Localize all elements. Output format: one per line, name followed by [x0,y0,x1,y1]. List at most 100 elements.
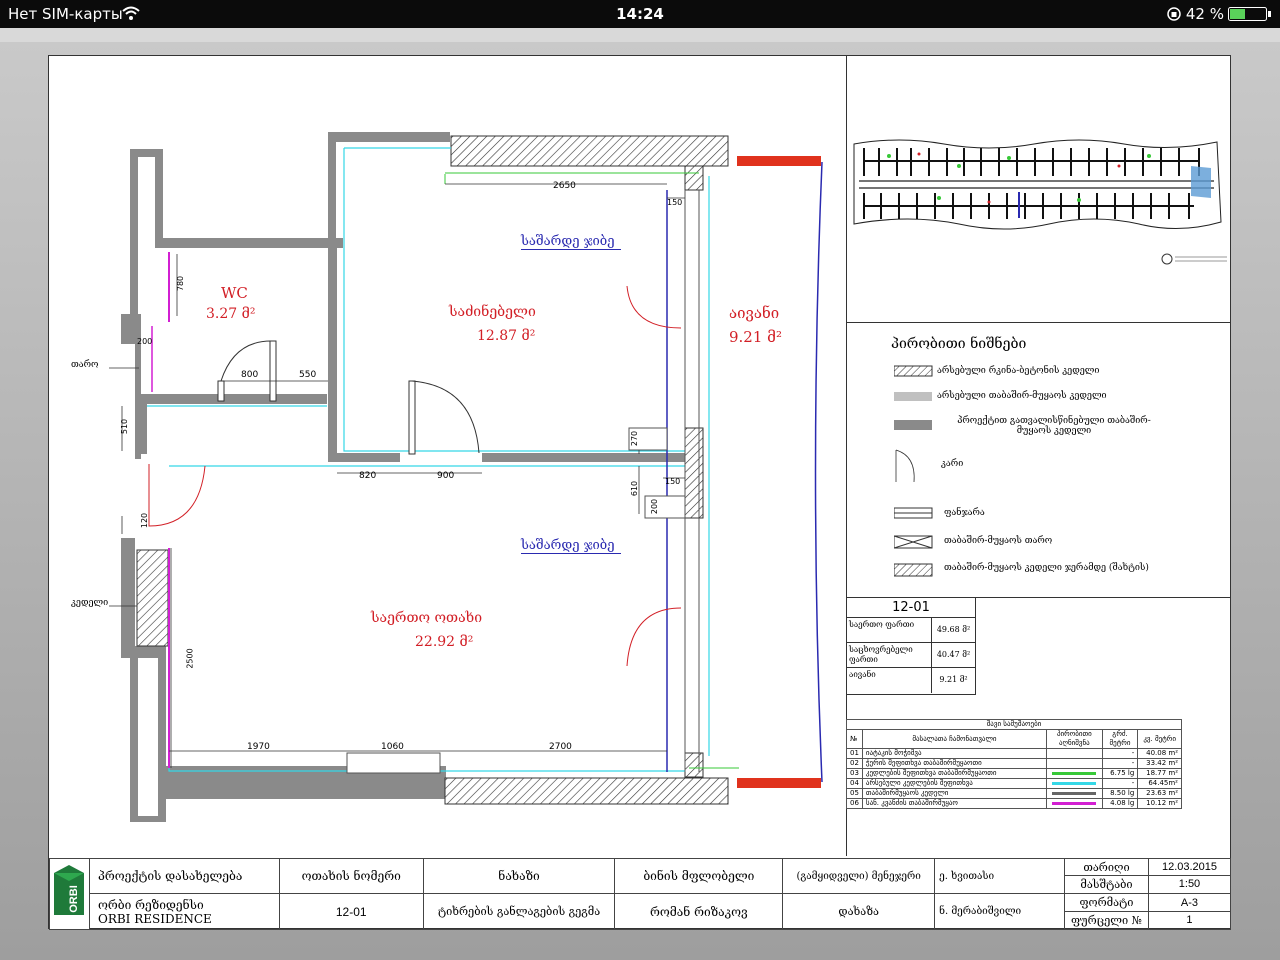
drawing-name: ტიხრების განლაგების გეგმა [422,893,616,930]
dim-610: 610 [630,480,640,497]
room-area-living: 22.92 მ² [415,634,474,650]
project-name-ka: ორბი რეზიდენსი [97,897,204,912]
status-bar: Нет SIM-карты 14:24 42 % [0,0,1280,28]
concrete-pier [684,427,704,519]
owner-label: ბინის მფლობელი [614,858,784,894]
mat-name: სან. კვანძის თაბაშირმუყაო [861,798,1047,809]
mat-color-swatch [1052,801,1097,805]
materials-row: 04 არსებული კედლების შეფითხვა -64.45m² [846,778,1182,789]
mat-no: 02 [846,758,863,769]
mat-sqm: 10.12 m² [1137,798,1182,809]
mat-name: თაბაშირმუყაოს კედელი [861,788,1047,799]
mat-symbol [1045,758,1103,769]
materials-row: 02 ჭერის შეფითხვა თაბაშირმუყაოთი -33.42 m² [846,758,1182,769]
mat-name: არსებული კედლების შეფითხვა [861,778,1047,789]
legend-symbols [894,365,933,577]
mat-col-name: მასალათა ჩამონათვალი [861,729,1047,749]
materials-row: 05 თაბაშირმუყაოს კედელი 8.50 lg 23.63 m² [846,788,1182,799]
manager-name: ე. ხვითასი [934,858,1066,894]
room-no-value: 12-01 [278,893,424,930]
mat-name: ჭერის შეფითხვა თაბაშირმუყაოთი [861,758,1047,769]
room-name-balcony: აივანი [729,304,780,322]
building-key-plan [853,139,1227,265]
drawing-label: ნახაზი [422,858,616,894]
drew-label: დახაზა [782,893,936,930]
room-no-label: ოთახის ნომერი [278,858,424,894]
mat-color-swatch [1052,771,1097,775]
dim-820: 820 [359,471,377,481]
mat-sqm: 23.63 m² [1137,788,1182,799]
dim-1970: 1970 [247,742,270,752]
format-label: ფორმატი [1065,894,1148,912]
materials-row: 06 სან. კვანძის თაბაშირმუყაო 4.08 lg 10.12 … [846,798,1182,809]
mat-sqm: 33.42 m² [1137,758,1182,769]
mat-lm: - [1101,758,1139,769]
legend-item-2: არსებული თაბაშირ-მუყაოს კედელი [937,391,1107,401]
mat-symbol [1045,788,1103,799]
legend-item-3: პროექტით გათვალისწინებული თაბაშირ-მუყაოს… [957,416,1151,436]
room-area-wc: 3.27 მ² [206,306,256,322]
dim-2650: 2650 [553,181,576,191]
mat-lm: 8.50 lg [1101,788,1139,799]
mat-no: 06 [846,798,863,809]
area-summary-value: 40.47 მ² [936,650,971,659]
format-value: A-3 [1148,894,1230,912]
area-summary-value: 9.21 მ² [939,675,968,684]
title-block: ORBI პროექტის დასახელება ოთახის ნომერი ნ… [49,858,1232,930]
mat-lm: - [1101,748,1139,759]
dim-1060: 1060 [381,742,404,752]
balcony-rail-bottom [737,778,821,788]
dim-2500: 2500 [185,648,195,669]
mat-lm: - [1101,778,1139,789]
manager-label: (გამყიდველი) მენეჯერი [782,858,936,894]
doors [148,285,682,667]
area-summary: 12-01 საერთო ფართი 49.68 მ² საცხოვრებელი ფ… [846,597,976,695]
materials-title: შავი სამუშაოები [846,719,1182,730]
area-summary-apt: 12-01 [847,598,975,618]
mat-col-lm: გრძ. მეტრი [1101,729,1139,749]
wardrobe-label-top: საშარდე ჯიბე [521,234,621,250]
project-label: პროექტის დასახელება [88,858,280,894]
dim-510: 510 [120,418,130,435]
sheet-value: 1 [1186,914,1193,926]
room-area-bedroom: 12.87 მ² [477,328,536,344]
mat-col-sqm: კვ. მეტრი [1137,729,1182,749]
mat-sqm: 40.08 m² [1137,748,1182,759]
materials-row: 01 იატაკის მოჭიმვა -40.08 m² [846,748,1182,759]
room-area-balcony: 9.21 მ² [729,328,782,346]
materials-table: შავი სამუშაოები № მასალათა ჩამონათვალი პ… [846,719,1182,809]
orbi-logo: ORBI [49,858,90,930]
mat-symbol [1045,748,1103,759]
mat-color-swatch [1052,791,1097,795]
materials-row: 03 კედლების შეფითხვა თაბაშირმუყაოთი 6.75 l… [846,768,1182,779]
toolbar-spacer [0,28,1280,42]
mat-lm: 4.08 lg [1101,798,1139,809]
clock: 14:24 [616,5,664,23]
orbi-logo-text: ORBI [68,885,80,913]
mat-col-no: № [846,729,863,749]
floor-plan [109,132,823,822]
drawing-sheet: WC 3.27 მ² საძინებელი 12.87 მ² აივანი 9.… [48,55,1232,930]
mat-name: კედლების შეფითხვა თაბაშირმუყაოთი [861,768,1047,779]
dim-2700: 2700 [549,742,572,752]
mat-no: 05 [846,788,863,799]
room-name-wc: WC [221,284,248,302]
owner-name: რომან რიზაკოვ [614,893,784,930]
mat-lm: 6.75 lg [1101,768,1139,779]
area-summary-row: აივანი 9.21 მ² [847,668,975,693]
room-name-living: საერთო ოთახი [371,610,483,626]
dim-150b: 150 [665,477,681,486]
balcony-rail-top [737,156,821,166]
dim-900: 900 [437,471,455,481]
battery-percent: 42 % [1185,5,1224,23]
mat-symbol [1045,778,1103,789]
mat-name: იატაკის მოჭიმვა [861,748,1047,759]
dim-150a: 150 [667,198,683,207]
wardrobe-label-bottom: საშარდე ჯიბე [521,538,621,554]
area-summary-row: საერთო ფართი 49.68 მ² [847,618,975,643]
legend-item-7: თაბაშირ-მუყაოს კედელი ჯერამდე (შახტის) [944,563,1149,573]
legend-title: პირობითი ნიშნები [891,336,1027,352]
dim-270: 270 [630,430,640,447]
dim-120: 120 [140,512,150,529]
date-value: 12.03.2015 [1148,859,1230,876]
